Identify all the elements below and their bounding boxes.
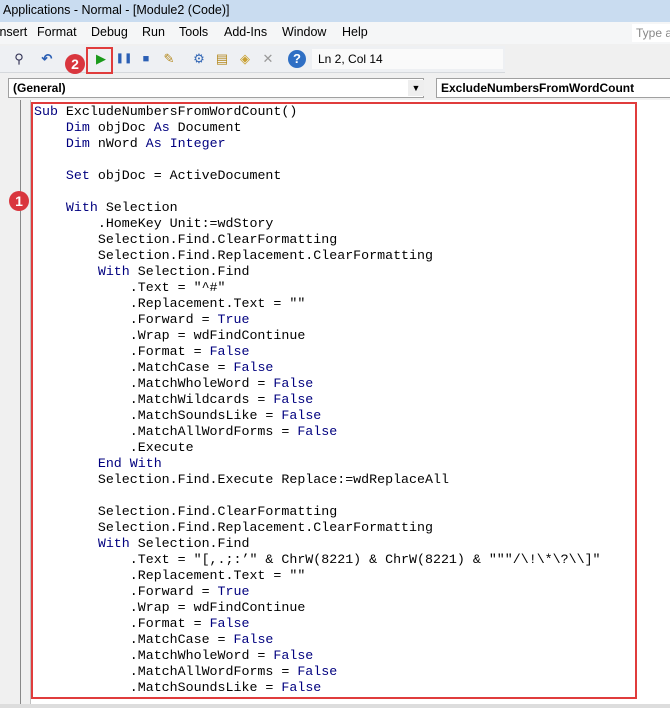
- menu-bar: Insert Format Debug Run Tools Add-Ins Wi…: [0, 22, 670, 44]
- horizontal-scrollbar[interactable]: [0, 704, 670, 708]
- cursor-position: Ln 2, Col 14: [312, 49, 503, 69]
- undo-icon[interactable]: ↶: [38, 50, 56, 68]
- design-mode-icon[interactable]: ✎: [160, 50, 178, 68]
- margin-indicator-bar: [21, 100, 31, 704]
- menu-help[interactable]: Help: [342, 25, 368, 39]
- menu-window[interactable]: Window: [282, 25, 326, 39]
- project-explorer-icon[interactable]: ⚙: [190, 50, 208, 68]
- menu-run[interactable]: Run: [142, 25, 165, 39]
- menu-debug[interactable]: Debug: [91, 25, 128, 39]
- procedure-combo[interactable]: ExcludeNumbersFromWordCount: [436, 78, 670, 98]
- step-1-badge: 1: [9, 191, 29, 211]
- menu-format[interactable]: Format: [37, 25, 77, 39]
- pause-icon[interactable]: ❚❚: [115, 50, 133, 68]
- menu-insert[interactable]: Insert: [0, 25, 27, 39]
- object-browser-icon[interactable]: ◈: [236, 50, 254, 68]
- chevron-down-icon[interactable]: ▼: [408, 80, 424, 96]
- code-highlight: [31, 102, 637, 699]
- properties-icon[interactable]: ▤: [213, 50, 231, 68]
- step-2-badge: 2: [65, 54, 85, 74]
- help-icon[interactable]: ?: [288, 50, 306, 68]
- menu-add-ins[interactable]: Add-Ins: [224, 25, 267, 39]
- stop-icon[interactable]: ■: [137, 50, 155, 68]
- run-button-highlight: [86, 47, 113, 74]
- help-search-input[interactable]: Type a: [632, 24, 670, 42]
- window-title: Applications - Normal - [Module2 (Code)]: [0, 0, 670, 22]
- find-icon[interactable]: ⚲: [10, 50, 28, 68]
- toolbox-icon[interactable]: ✕: [259, 50, 277, 68]
- menu-tools[interactable]: Tools: [179, 25, 208, 39]
- object-combo[interactable]: (General): [8, 78, 424, 98]
